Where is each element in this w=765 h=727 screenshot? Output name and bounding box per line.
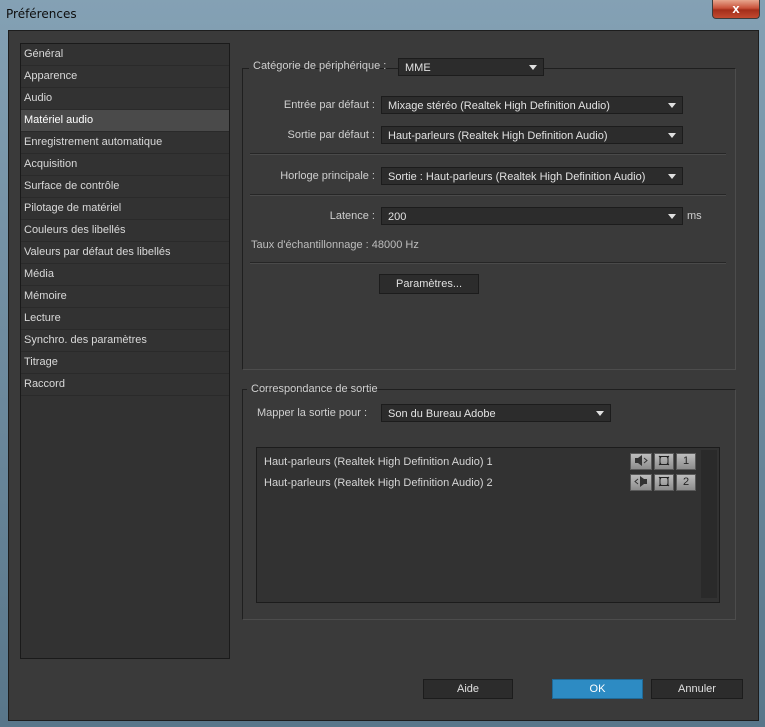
list-item[interactable]: Haut-parleurs (Realtek High Definition A… [264, 453, 493, 471]
latency-value: 200 [388, 211, 407, 223]
sidebar-item-sync-settings[interactable]: Synchro. des paramètres [21, 330, 229, 352]
divider [250, 262, 726, 264]
chevron-down-icon [668, 133, 676, 138]
sidebar-item-device-control[interactable]: Pilotage de matériel [21, 198, 229, 220]
sample-rate-text: Taux d'échantillonnage : 48000 Hz [251, 239, 419, 251]
default-input-label: Entrée par défaut : [283, 99, 375, 111]
device-category-value: MME [405, 62, 431, 74]
mapping-frame-icon[interactable] [654, 453, 674, 470]
speaker-left-icon[interactable] [630, 453, 652, 470]
default-input-select[interactable]: Mixage stéréo (Realtek High Definition A… [381, 96, 683, 114]
sidebar-item-memory[interactable]: Mémoire [21, 286, 229, 308]
sidebar-item-playback[interactable]: Lecture [21, 308, 229, 330]
help-button[interactable]: Aide [423, 679, 513, 699]
default-input-value: Mixage stéréo (Realtek High Definition A… [388, 100, 610, 112]
chevron-down-icon [596, 411, 604, 416]
divider [250, 194, 726, 196]
sidebar-item-trim[interactable]: Raccord [21, 374, 229, 396]
mapping-frame-icon[interactable] [654, 474, 674, 491]
channel-number-2[interactable]: 2 [676, 474, 696, 491]
sidebar-item-audio[interactable]: Audio [21, 88, 229, 110]
close-icon: x [732, 1, 740, 16]
sidebar-item-audio-hardware[interactable]: Matériel audio [21, 110, 229, 132]
device-category-label: Catégorie de périphérique : [253, 60, 387, 72]
sidebar-item-media[interactable]: Média [21, 264, 229, 286]
default-output-value: Haut-parleurs (Realtek High Definition A… [388, 130, 608, 142]
speaker-right-icon[interactable] [630, 474, 652, 491]
close-button[interactable]: x [712, 0, 760, 19]
chevron-down-icon [668, 174, 676, 179]
output-mapping-title: Correspondance de sortie [251, 383, 378, 395]
default-output-label: Sortie par défaut : [287, 129, 375, 141]
sidebar-item-label-defaults[interactable]: Valeurs par défaut des libellés [21, 242, 229, 264]
list-item[interactable]: Haut-parleurs (Realtek High Definition A… [264, 474, 493, 492]
list-scrollbar[interactable] [701, 450, 717, 598]
latency-label: Latence : [329, 210, 375, 222]
channel-number-1[interactable]: 1 [676, 453, 696, 470]
master-clock-select[interactable]: Sortie : Haut-parleurs (Realtek High Def… [381, 167, 683, 185]
category-list: Général Apparence Audio Matériel audio E… [20, 43, 230, 659]
sidebar-item-general[interactable]: Général [21, 44, 229, 66]
sidebar-item-label-colors[interactable]: Couleurs des libellés [21, 220, 229, 242]
sidebar-item-titler[interactable]: Titrage [21, 352, 229, 374]
divider [250, 153, 726, 155]
sidebar-item-capture[interactable]: Acquisition [21, 154, 229, 176]
window-frame: Préférences x Général Apparence Audio Ma… [0, 0, 765, 727]
sidebar-item-appearance[interactable]: Apparence [21, 66, 229, 88]
title-bar[interactable]: Préférences x [0, 0, 765, 30]
map-output-label: Mapper la sortie pour : [257, 407, 368, 419]
latency-unit: ms [687, 210, 702, 222]
ok-button[interactable]: OK [552, 679, 643, 699]
map-output-select[interactable]: Son du Bureau Adobe [381, 404, 611, 422]
cancel-button[interactable]: Annuler [651, 679, 743, 699]
map-output-value: Son du Bureau Adobe [388, 408, 496, 420]
default-output-select[interactable]: Haut-parleurs (Realtek High Definition A… [381, 126, 683, 144]
sidebar-item-control-surface[interactable]: Surface de contrôle [21, 176, 229, 198]
master-clock-value: Sortie : Haut-parleurs (Realtek High Def… [388, 171, 646, 183]
dialog-client: Général Apparence Audio Matériel audio E… [8, 30, 759, 721]
master-clock-label: Horloge principale : [280, 170, 375, 182]
chevron-down-icon [529, 65, 537, 70]
window-title: Préférences [6, 7, 77, 21]
chevron-down-icon [668, 214, 676, 219]
output-channel-list[interactable]: Haut-parleurs (Realtek High Definition A… [256, 447, 720, 603]
sidebar-item-auto-save[interactable]: Enregistrement automatique [21, 132, 229, 154]
settings-button[interactable]: Paramètres... [379, 274, 479, 294]
latency-select[interactable]: 200 [381, 207, 683, 225]
chevron-down-icon [668, 103, 676, 108]
device-category-select[interactable]: MME [398, 58, 544, 76]
